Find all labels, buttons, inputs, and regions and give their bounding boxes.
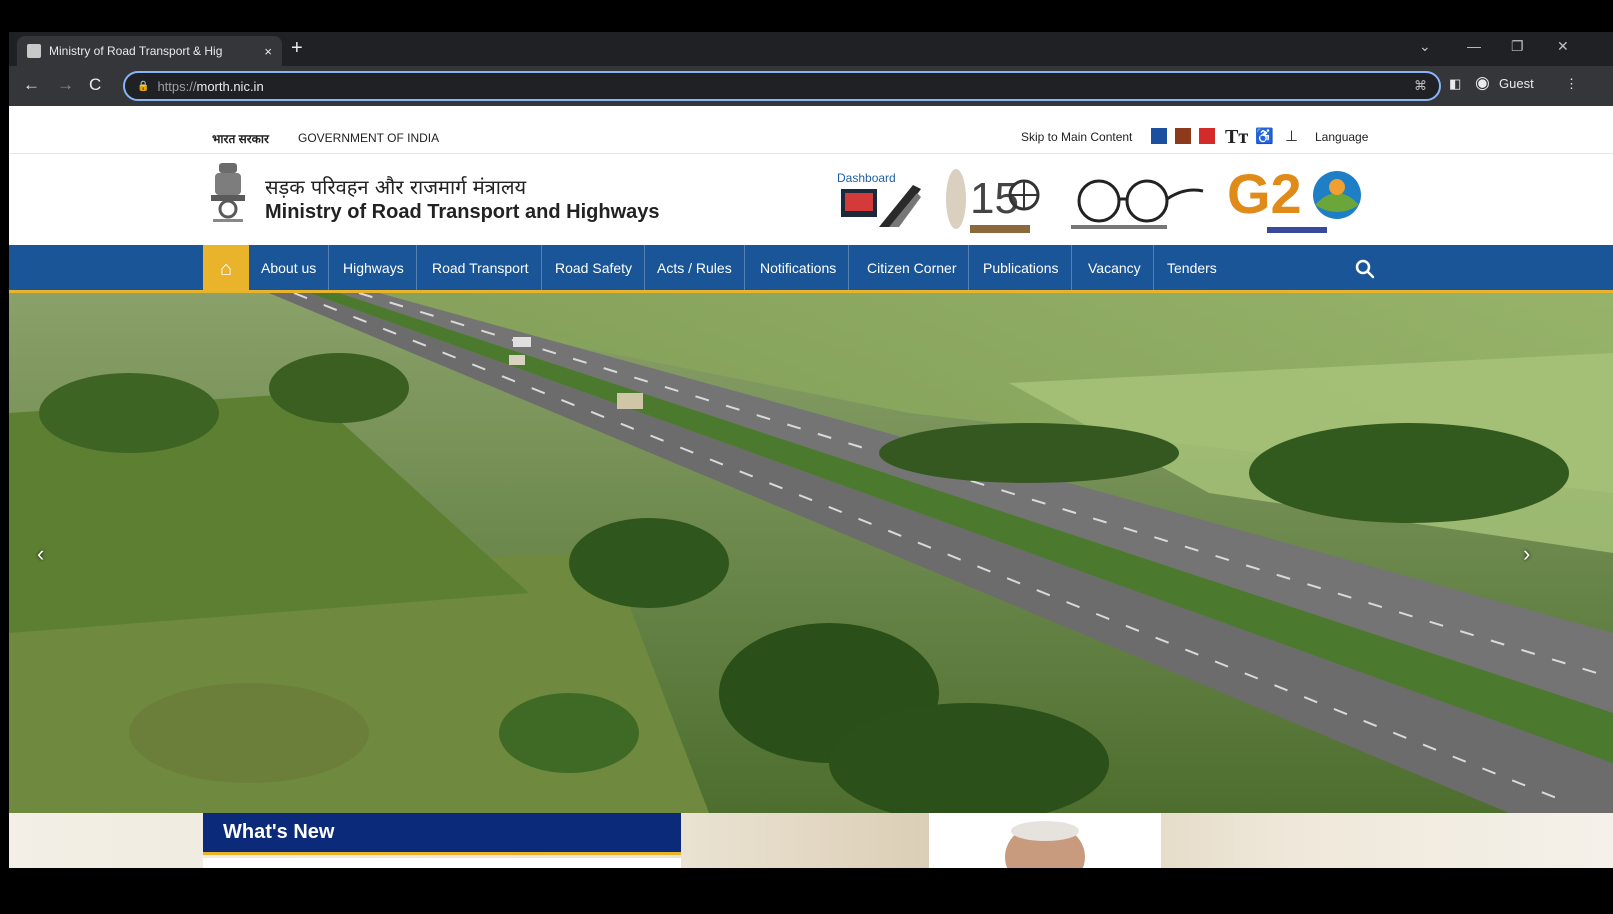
search-icon[interactable] (1353, 257, 1377, 281)
g20-logo-icon: G2 (1227, 162, 1361, 233)
install-app-icon[interactable]: ⌘ (1414, 78, 1427, 94)
site-header: सड़क परिवहन और राजमार्ग मंत्रालय Ministr… (9, 155, 1613, 245)
minister-portrait (929, 813, 1161, 868)
url-host: morth.nic.in (196, 78, 264, 94)
forward-icon[interactable]: → (57, 75, 74, 95)
sitemap-icon[interactable]: ⊥ (1285, 127, 1298, 145)
tab-title: Ministry of Road Transport & Hig (49, 44, 223, 58)
ministry-name-english[interactable]: Ministry of Road Transport and Highways (265, 201, 660, 224)
menu-kebab-icon[interactable]: ⋮ (1565, 76, 1578, 92)
nav-vacancy[interactable]: Vacancy (1076, 245, 1154, 290)
slider-next-icon[interactable]: › (1523, 541, 1530, 567)
nav-about-us[interactable]: About us (249, 245, 330, 290)
text-size-icon[interactable]: Tт (1225, 126, 1248, 149)
lock-icon: 🔒 (137, 80, 150, 92)
hero-slider[interactable]: ‹ › (9, 293, 1613, 813)
slider-prev-icon[interactable]: ‹ (37, 541, 44, 567)
highway-aerial-photo (9, 293, 1613, 813)
main-navigation: ⌂ About us Highways Road Transport Road … (9, 245, 1613, 293)
gov-english-label: GOVERNMENT OF INDIA (298, 131, 440, 145)
restore-icon[interactable]: ❐ (1511, 38, 1524, 55)
new-tab-button[interactable]: + (291, 37, 303, 60)
site-favicon-icon (27, 44, 41, 58)
nav-road-safety[interactable]: Road Safety (543, 245, 646, 290)
dashboard-label[interactable]: Dashboard (837, 171, 896, 185)
language-selector[interactable]: Language (1315, 130, 1368, 144)
minimize-icon[interactable]: — (1467, 38, 1481, 54)
nav-road-transport[interactable]: Road Transport (420, 245, 542, 290)
address-bar[interactable]: 🔒 https:// morth.nic.in ⌘ (123, 71, 1441, 101)
skip-to-content-link[interactable]: Skip to Main Content (1021, 130, 1132, 144)
browser-tab[interactable]: Ministry of Road Transport & Hig × (17, 36, 282, 66)
gov-hindi-label: भारत सरकार (212, 132, 269, 146)
svg-text:G2: G2 (1227, 162, 1302, 225)
nav-citizen-corner[interactable]: Citizen Corner (855, 245, 970, 290)
home-icon[interactable]: ⌂ (203, 245, 249, 293)
close-window-icon[interactable]: ✕ (1557, 38, 1569, 55)
national-emblem-icon (211, 163, 245, 222)
theme-blue-swatch[interactable] (1151, 128, 1167, 144)
news-section: What's New (9, 813, 1613, 868)
back-icon[interactable]: ← (23, 75, 40, 95)
profile-label[interactable]: Guest (1499, 76, 1534, 91)
reload-icon[interactable]: C (89, 75, 101, 95)
gov-top-strip: भारत सरकार GOVERNMENT OF INDIA Skip to M… (9, 106, 1613, 154)
side-panel-icon[interactable]: ◧ (1449, 76, 1461, 92)
profile-avatar-icon[interactable]: ◉ (1475, 73, 1490, 93)
ministry-name-hindi: सड़क परिवहन और राजमार्ग मंत्रालय (265, 175, 527, 199)
tab-search-icon[interactable]: ⌄ (1419, 38, 1431, 55)
screen-reader-icon[interactable]: ♿ (1255, 127, 1274, 145)
screen: Ministry of Road Transport & Hig × + ⌄ —… (0, 0, 1613, 914)
whats-new-heading: What's New (203, 813, 681, 855)
web-page: भारत सरकार GOVERNMENT OF INDIA Skip to M… (9, 106, 1613, 868)
browser-toolbar: ← → C 🔒 https:// morth.nic.in ⌘ ◧ ◉ Gues… (9, 66, 1613, 106)
url-scheme: https:// (157, 78, 197, 94)
nav-highways[interactable]: Highways (331, 245, 417, 290)
tab-close-icon[interactable]: × (264, 44, 272, 59)
nav-acts-rules[interactable]: Acts / Rules (645, 245, 745, 290)
gandhi-150-logo-icon: 15 (946, 169, 1040, 233)
nav-notifications[interactable]: Notifications (748, 245, 850, 290)
browser-tab-bar: Ministry of Road Transport & Hig × + ⌄ —… (9, 32, 1613, 66)
nav-publications[interactable]: Publications (971, 245, 1072, 290)
whats-new-body (203, 858, 681, 868)
nav-tenders[interactable]: Tenders (1155, 245, 1229, 290)
minister-photo-image (1005, 821, 1085, 868)
swachh-bharat-logo-icon (1071, 179, 1204, 229)
theme-red-swatch[interactable] (1199, 128, 1215, 144)
theme-brown-swatch[interactable] (1175, 128, 1191, 144)
